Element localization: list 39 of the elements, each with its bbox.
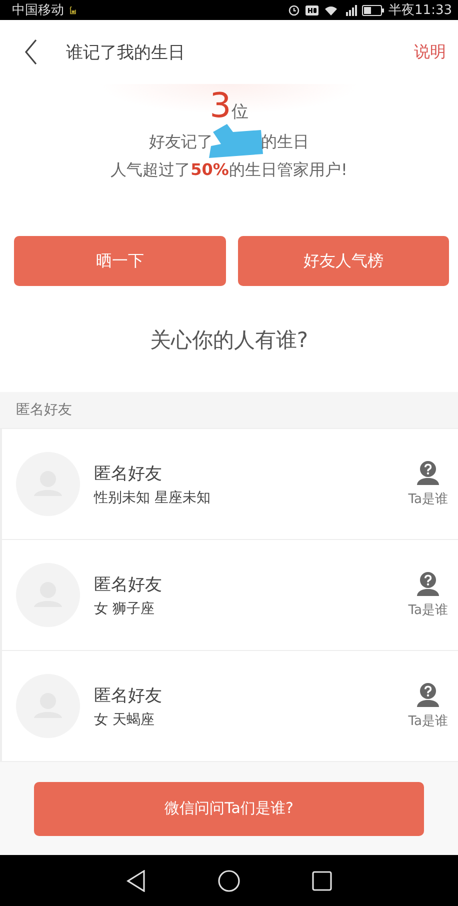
home-nav-icon[interactable] bbox=[218, 870, 240, 892]
carrier-name: 中国移动 bbox=[12, 2, 64, 19]
friend-row[interactable]: 匿名好友 性别未知 星座未知 Ta是谁 bbox=[2, 428, 458, 540]
help-link[interactable]: 说明 bbox=[414, 42, 446, 62]
alarm-icon bbox=[288, 4, 300, 16]
battery-icon bbox=[362, 4, 384, 16]
section-heading: 关心你的人有谁? bbox=[148, 327, 310, 354]
action-button[interactable]: 晒一下 bbox=[14, 236, 226, 286]
friend-details: 性别未知 星座未知 bbox=[94, 488, 212, 506]
question-person-icon bbox=[416, 460, 440, 486]
section-label-bar: 匿名好友 bbox=[0, 392, 458, 428]
who-label: Ta是谁 bbox=[408, 713, 448, 730]
friend-count: 3 bbox=[210, 86, 232, 126]
recent-apps-icon[interactable] bbox=[312, 870, 332, 890]
friend-name: 匿名好友 bbox=[94, 574, 163, 596]
friend-row[interactable]: 匿名好友 女 天蝎座 Ta是谁 bbox=[2, 651, 458, 762]
question-person-icon bbox=[416, 571, 440, 597]
who-label: Ta是谁 bbox=[408, 602, 448, 619]
wifi-icon bbox=[324, 4, 338, 16]
wechat-ask-button[interactable]: 微信问问Ta们是谁? bbox=[34, 782, 424, 836]
friend-name: 匿名好友 bbox=[94, 462, 163, 484]
status-time: 半夜11:33 bbox=[388, 2, 452, 19]
hd-icon bbox=[304, 4, 319, 16]
friend-details: 女 狮子座 bbox=[94, 600, 156, 618]
back-nav-icon[interactable] bbox=[126, 870, 146, 892]
popularity-text: 人气超过了50%的生日管家用户! bbox=[110, 160, 348, 181]
avatar-icon bbox=[16, 452, 80, 516]
avatar-icon bbox=[16, 563, 80, 627]
action-button[interactable]: 好友人气榜 bbox=[238, 236, 449, 286]
count-unit: 位 bbox=[231, 101, 248, 123]
page-title: 谁记了我的生日 bbox=[66, 42, 186, 64]
friend-details: 女 天蝎座 bbox=[94, 710, 156, 728]
friend-name: 匿名好友 bbox=[94, 684, 163, 706]
summary-text: 的生日 bbox=[261, 132, 309, 152]
avatar-icon bbox=[16, 674, 80, 738]
friend-row[interactable]: 匿名好友 女 狮子座 Ta是谁 bbox=[2, 540, 458, 651]
summary-text: 好友记了 bbox=[149, 132, 213, 152]
who-label: Ta是谁 bbox=[408, 491, 448, 508]
question-person-icon bbox=[416, 682, 440, 708]
